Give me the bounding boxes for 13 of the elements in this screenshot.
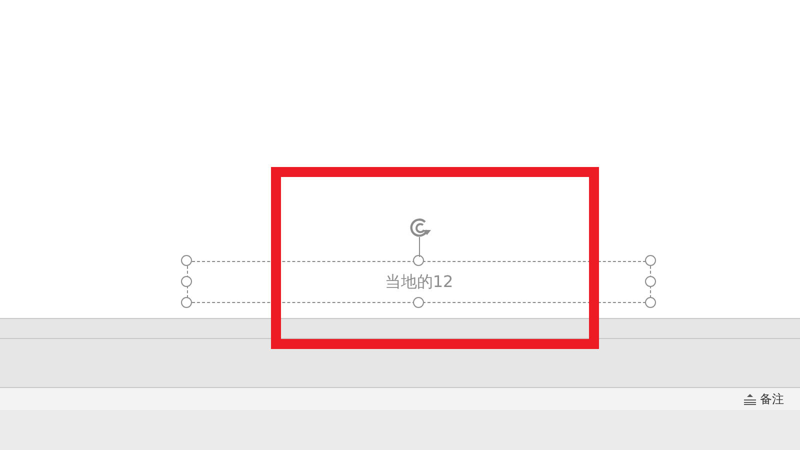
resize-handle[interactable]	[181, 297, 192, 308]
rotate-stem	[419, 237, 420, 257]
resize-handle[interactable]	[413, 297, 424, 308]
resize-handle[interactable]	[181, 276, 192, 287]
notes-button[interactable]: 备注	[742, 390, 786, 408]
notes-icon	[744, 393, 756, 405]
resize-handle[interactable]	[181, 255, 192, 266]
resize-handle[interactable]	[413, 255, 424, 266]
resize-handle[interactable]	[645, 297, 656, 308]
resize-handle[interactable]	[645, 276, 656, 287]
resize-handle[interactable]	[645, 255, 656, 266]
rotate-handle-icon[interactable]	[409, 217, 431, 239]
text-box-text: 当地的12	[384, 272, 454, 292]
